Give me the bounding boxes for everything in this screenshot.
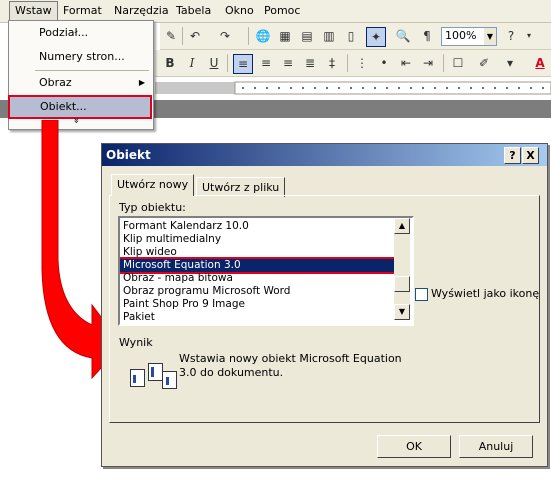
toolbar-options-icon[interactable]: ▾: [520, 27, 538, 45]
menu-item-obraz[interactable]: Obraz ▶: [9, 73, 153, 93]
menu-pomoc[interactable]: Pomoc: [264, 4, 300, 17]
italic-icon[interactable]: I: [183, 54, 201, 72]
display-as-icon-checkbox[interactable]: [415, 288, 428, 301]
font-color-icon[interactable]: A: [531, 54, 549, 72]
align-left-icon[interactable]: ≡: [233, 54, 253, 74]
result-icon: [130, 361, 177, 391]
help-icon[interactable]: ?: [502, 27, 520, 45]
close-button[interactable]: X: [522, 147, 539, 164]
chevron-down-icon[interactable]: ▼: [484, 28, 496, 45]
object-dialog: Obiekt ? X Utwórz nowy Utwórz z pliku Ty…: [101, 143, 548, 467]
result-text: Wstawia nowy obiekt Microsoft Equation 3…: [179, 352, 402, 379]
list-scrollbar[interactable]: ▲ ▼: [394, 218, 410, 320]
menu-okno[interactable]: Okno: [225, 4, 254, 17]
scroll-up-icon[interactable]: ▲: [394, 218, 410, 234]
chevron-down-icon[interactable]: ▾: [501, 54, 519, 72]
display-as-icon-label[interactable]: Wyświetl jako ikonę: [431, 287, 539, 300]
object-type-label: Typ obiektu:: [119, 201, 186, 214]
standard-toolbar: ✎ ↶ ↷ 🌐 ▦ ▤ ▥ ▯ ✦ 🔍 ¶ 100% ▼ ? ▾: [160, 23, 551, 50]
chevron-right-icon: ▶: [138, 78, 145, 87]
scroll-thumb[interactable]: [394, 276, 410, 292]
tab-utworz-nowy[interactable]: Utwórz nowy: [111, 174, 195, 196]
document-map-icon[interactable]: 🔍: [394, 27, 412, 45]
list-item[interactable]: Formant Kalendarz 10.0: [123, 220, 249, 233]
dialog-title: Obiekt: [106, 148, 151, 162]
menu-wstaw[interactable]: Wstaw: [9, 1, 58, 21]
ok-button[interactable]: OK: [377, 435, 451, 458]
border-icon[interactable]: ☐: [449, 54, 467, 72]
insert-table-icon[interactable]: ▤: [298, 27, 316, 45]
formatting-toolbar: B I U ≡ ≡ ≡ ≣ ‡ ⋮ • ⇤ ⇥ ☐ ✐ ▾ A: [155, 50, 551, 77]
list-item[interactable]: Pakiet: [123, 311, 155, 324]
menu-format[interactable]: Format: [63, 4, 102, 17]
zoom-value: 100%: [445, 29, 477, 42]
object-type-list[interactable]: Formant Kalendarz 10.0 Klip multimedialn…: [118, 216, 414, 326]
bullets-icon[interactable]: •: [375, 54, 393, 72]
undo-icon[interactable]: ↶: [186, 27, 204, 45]
menu-item-podzial[interactable]: Podział...: [9, 23, 153, 43]
list-item[interactable]: Obraz programu Microsoft Word: [123, 285, 290, 298]
insert-menu: Podział... Numery stron... Obraz ▶ Obiek…: [8, 20, 154, 130]
dialog-titlebar: Obiekt ? X: [102, 144, 547, 166]
numbering-icon[interactable]: ⋮: [353, 54, 371, 72]
list-item-selected[interactable]: Microsoft Equation 3.0: [120, 257, 399, 274]
hyperlink-icon[interactable]: 🌐: [254, 27, 272, 45]
line-spacing-icon[interactable]: ‡: [323, 54, 341, 72]
list-item[interactable]: Klip wideo: [123, 246, 177, 259]
cancel-button[interactable]: Anuluj: [459, 435, 533, 458]
list-item[interactable]: Paint Shop Pro 9 Image: [123, 298, 245, 311]
columns-icon[interactable]: ▯: [342, 27, 360, 45]
highlight-icon[interactable]: ✐: [475, 54, 493, 72]
paintbrush-icon[interactable]: ✎: [162, 27, 180, 45]
tab-utworz-z-pliku[interactable]: Utwórz z pliku: [196, 177, 286, 197]
redo-icon[interactable]: ↷: [216, 27, 234, 45]
result-label: Wynik: [119, 336, 153, 349]
list-item[interactable]: Obraz - mapa bitowa: [123, 272, 233, 285]
ruler[interactable]: [155, 78, 551, 101]
zoom-select[interactable]: 100% ▼: [441, 27, 497, 46]
scroll-down-icon[interactable]: ▼: [394, 304, 410, 320]
menu-item-obiekt[interactable]: Obiekt...: [8, 95, 152, 119]
menu-tabela[interactable]: Tabela: [176, 4, 211, 17]
increase-indent-icon[interactable]: ⇥: [419, 54, 437, 72]
align-right-icon[interactable]: ≡: [279, 54, 297, 72]
decrease-indent-icon[interactable]: ⇤: [397, 54, 415, 72]
menu-narzedzia[interactable]: Narzędzia: [114, 4, 169, 17]
help-button[interactable]: ?: [504, 147, 521, 164]
menu-item-numery-stron[interactable]: Numery stron...: [9, 47, 153, 67]
underline-icon[interactable]: U: [205, 54, 223, 72]
drawing-icon[interactable]: ✦: [366, 27, 386, 47]
list-item[interactable]: Klip multimedialny: [123, 233, 221, 246]
justify-icon[interactable]: ≣: [301, 54, 319, 72]
align-center-icon[interactable]: ≡: [257, 54, 275, 72]
bold-icon[interactable]: B: [161, 54, 179, 72]
insert-excel-icon[interactable]: ▥: [320, 27, 338, 45]
tables-borders-icon[interactable]: ▦: [276, 27, 294, 45]
show-formatting-icon[interactable]: ¶: [418, 27, 436, 45]
